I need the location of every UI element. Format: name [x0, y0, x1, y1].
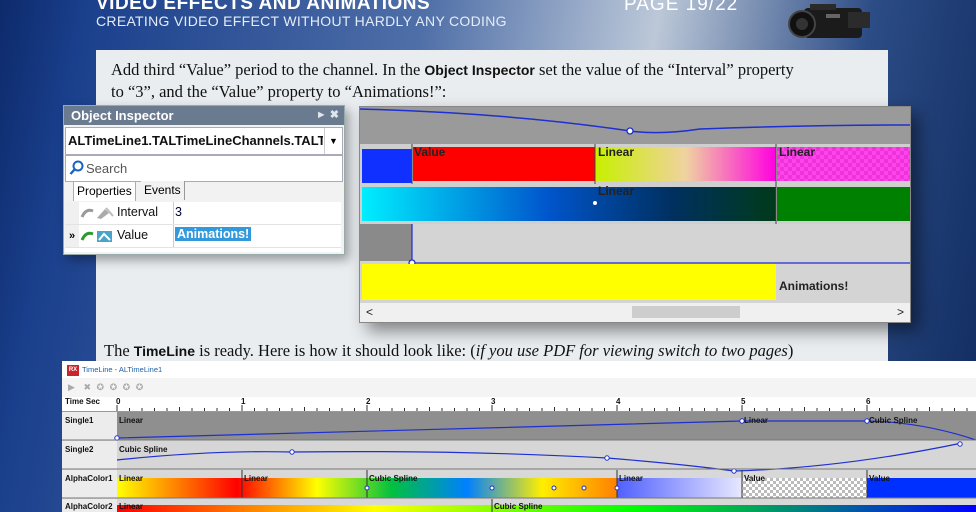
tab-properties[interactable]: Properties — [73, 181, 136, 201]
object-inspector-title-bar: Object Inspector ► ✖ — [64, 106, 344, 125]
timeline-window: RX TimeLine - ALTimeLine1 ▶ ✖ ✪ ✪ ✪ ✪ Tim… — [62, 361, 976, 512]
close-icon[interactable]: ✖ — [330, 109, 339, 121]
object-inspector-panel: Object Inspector ► ✖ ALTimeLine1.TALTime… — [63, 105, 345, 255]
segment-label: Linear — [119, 502, 144, 511]
segment-label: Linear — [244, 474, 269, 483]
para-text: is ready. Here is how it should look lik… — [194, 341, 476, 360]
timeline-tracks — [62, 412, 976, 512]
move-down-icon[interactable]: ✪ — [110, 382, 118, 392]
move-right-icon[interactable]: ✪ — [136, 382, 144, 392]
property-name: Value — [117, 228, 149, 242]
component-selector-value: ALTimeLine1.TALTimeLineChannels.TALTimeL… — [68, 133, 323, 148]
segment-label: Value — [744, 474, 765, 483]
app-icon: RX — [67, 364, 79, 376]
property-row-interval[interactable]: Interval 3 — [65, 202, 341, 225]
object-inspector-title: Object Inspector — [71, 108, 174, 123]
ruler-ticks — [116, 405, 968, 411]
selected-row-marker: » — [65, 225, 79, 247]
stop-icon[interactable]: ✖ — [83, 382, 91, 392]
property-value[interactable]: 3 — [175, 205, 182, 219]
play-icon[interactable]: ▶ — [68, 382, 75, 392]
property-state-icons — [80, 207, 114, 219]
tab-events[interactable]: Events — [141, 181, 185, 200]
video-camera-icon — [788, 4, 870, 38]
page-number: PAGE 19/22 — [624, 0, 739, 15]
segment-label: Value — [414, 145, 446, 159]
track-label[interactable]: AlphaColor2 — [65, 502, 113, 511]
property-grid: Interval 3 » Value Animations! — [65, 202, 341, 252]
search-icon — [69, 160, 84, 175]
timeline-toolbar: ▶ ✖ ✪ ✪ ✪ ✪ — [62, 378, 976, 398]
para-text: Add third “Value” period to the channel.… — [111, 60, 425, 79]
time-ruler: Time Sec 0 1 2 3 4 5 6 — [62, 397, 976, 412]
instruction-paragraph: Add third “Value” period to the channel.… — [111, 59, 871, 102]
segment-label: Linear — [744, 416, 769, 425]
inspector-tabs: Properties Events — [65, 181, 341, 201]
result-paragraph: The TimeLine is ready. Here is how it sh… — [104, 340, 884, 362]
scroll-left-arrow[interactable]: < — [366, 305, 373, 319]
para-text: to “3”, and the “Value” property to “Ani… — [111, 82, 447, 101]
pin-icon[interactable]: ► — [316, 109, 327, 121]
search-placeholder: Search — [86, 161, 128, 176]
segment-label: Linear — [119, 416, 144, 425]
timeline-window-title: TimeLine - ALTimeLine1 — [82, 365, 163, 374]
segment-label: Linear — [598, 184, 635, 198]
para-text: The — [104, 341, 134, 360]
track-label[interactable]: Single1 — [65, 416, 93, 425]
property-name: Interval — [117, 205, 158, 219]
segment-label: Cubic Spline — [119, 445, 168, 454]
para-text: ) — [787, 341, 794, 360]
property-row-value[interactable]: » Value Animations! — [65, 225, 341, 248]
page-header-subtitle: CREATING VIDEO EFFECT WITHOUT HARDLY ANY… — [96, 13, 507, 29]
para-italic: if you use PDF for viewing switch to two… — [475, 341, 788, 360]
chevron-down-icon[interactable]: ▼ — [324, 128, 342, 154]
scroll-right-arrow[interactable]: > — [897, 305, 904, 319]
para-bold: TimeLine — [133, 343, 195, 359]
move-left-icon[interactable]: ✪ — [123, 382, 131, 392]
property-value-selected[interactable]: Animations! — [175, 227, 252, 241]
segment-label: Linear — [779, 145, 816, 159]
track-label[interactable]: AlphaColor1 — [65, 474, 113, 483]
segment-label: Linear — [598, 145, 635, 159]
track-label[interactable]: Single2 — [65, 445, 93, 454]
segment-label: Cubic Spline — [494, 502, 543, 511]
segment-label: Animations! — [779, 279, 849, 293]
para-text: set the value of the “Interval” property — [534, 60, 794, 79]
timeline-window-titlebar: RX TimeLine - ALTimeLine1 — [62, 361, 976, 378]
property-state-icons — [80, 231, 112, 242]
segment-label: Cubic Spline — [869, 416, 918, 425]
row-gutter — [65, 202, 79, 224]
segment-label: Cubic Spline — [369, 474, 418, 483]
component-selector-combo[interactable]: ALTimeLine1.TALTimeLineChannels.TALTimeL… — [65, 127, 343, 155]
property-search-input[interactable]: Search — [65, 155, 343, 182]
segment-label: Linear — [119, 474, 144, 483]
timeline-zoom-view: Value Linear Linear Linear Animations! <… — [359, 106, 911, 323]
para-bold: Object Inspector — [424, 62, 535, 78]
segment-label: Linear — [619, 474, 644, 483]
segment-label: Value — [869, 474, 890, 483]
move-up-icon[interactable]: ✪ — [97, 382, 105, 392]
